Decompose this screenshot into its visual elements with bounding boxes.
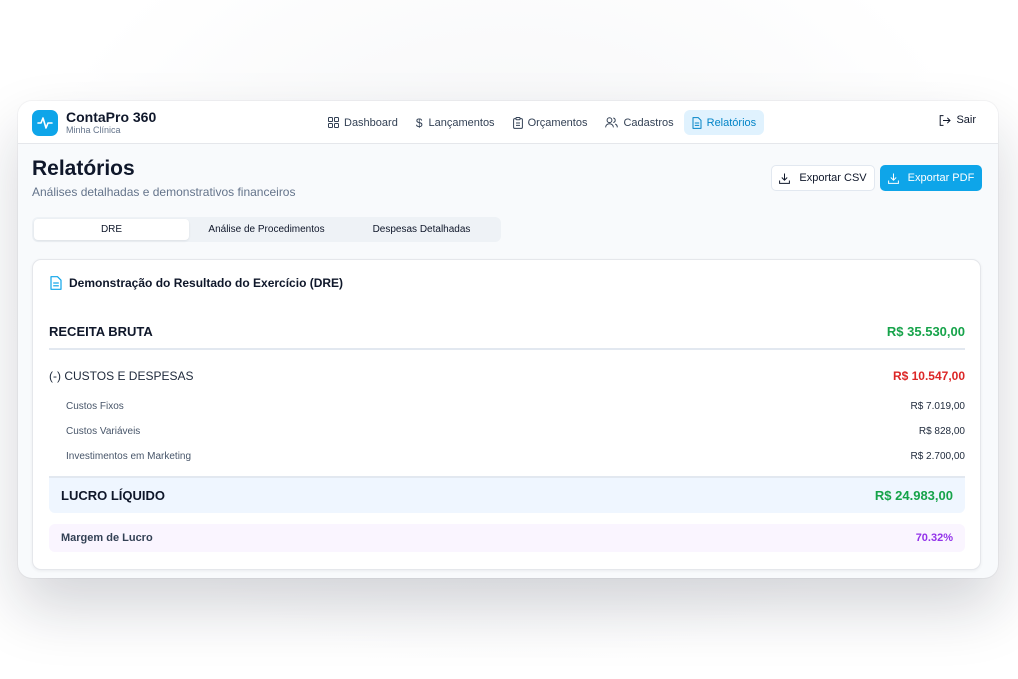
- logout-label: Sair: [956, 114, 976, 126]
- download-icon: [887, 173, 899, 184]
- top-navigation-bar: ContaPro 360 Minha Clínica Dashboard $ L…: [18, 101, 998, 144]
- tab-despesas-detalhadas[interactable]: Despesas Detalhadas: [344, 219, 499, 240]
- fixed-costs-value: R$ 7.019,00: [910, 400, 966, 412]
- net-profit-value: R$ 24.983,00: [874, 488, 953, 503]
- nav-cadastros-label: Cadastros: [623, 116, 674, 129]
- nav-orcamentos[interactable]: Orçamentos: [505, 110, 596, 135]
- marketing-investments-value: R$ 2.700,00: [910, 450, 966, 462]
- gross-revenue-value: R$ 35.530,00: [886, 323, 965, 339]
- costs-value: R$ 10.547,00: [892, 369, 965, 383]
- profit-margin-row: Margem de Lucro 70.32%: [49, 524, 965, 552]
- screenshot-stage: ContaPro 360 Minha Clínica Dashboard $ L…: [0, 0, 1018, 679]
- net-profit-row: LUCRO LÍQUIDO R$ 24.983,00: [49, 476, 965, 513]
- net-profit-label: LUCRO LÍQUIDO: [61, 488, 165, 503]
- nav-dashboard[interactable]: Dashboard: [320, 110, 406, 135]
- export-csv-label: Exportar CSV: [799, 172, 867, 184]
- marketing-investments-row: Investimentos em Marketing R$ 2.700,00: [49, 449, 965, 463]
- file-text-icon: [692, 116, 702, 129]
- dre-title: Demonstração do Resultado do Exercício (…: [69, 276, 344, 290]
- page-subtitle: Análises detalhadas e demonstrativos fin…: [32, 185, 296, 199]
- users-icon: [605, 117, 619, 128]
- gross-revenue-row: RECEITA BRUTA R$ 35.530,00: [49, 322, 965, 340]
- clinic-name: Minha Clínica: [66, 125, 121, 135]
- app-name: ContaPro 360: [66, 109, 157, 125]
- gross-revenue-label: RECEITA BRUTA: [49, 323, 153, 339]
- tab-dre[interactable]: DRE: [34, 219, 189, 240]
- report-tabs: DRE Análise de Procedimentos Despesas De…: [32, 217, 501, 242]
- clipboard-icon: [512, 116, 523, 129]
- export-pdf-button[interactable]: Exportar PDF: [880, 165, 982, 191]
- export-csv-button[interactable]: Exportar CSV: [771, 165, 875, 191]
- nav-orcamentos-label: Orçamentos: [527, 116, 588, 129]
- costs-row: (-) CUSTOS E DESPESAS R$ 10.547,00: [49, 368, 965, 384]
- variable-costs-label: Custos Variáveis: [66, 425, 141, 437]
- dre-card: Demonstração do Resultado do Exercício (…: [32, 259, 981, 570]
- nav-dashboard-label: Dashboard: [344, 116, 398, 129]
- export-pdf-label: Exportar PDF: [907, 172, 975, 184]
- marketing-investments-label: Investimentos em Marketing: [66, 450, 192, 462]
- grid-icon: [328, 117, 339, 128]
- nav-lancamentos[interactable]: $ Lançamentos: [408, 110, 503, 135]
- nav-relatorios[interactable]: Relatórios: [683, 110, 765, 135]
- nav-cadastros[interactable]: Cadastros: [597, 110, 681, 135]
- download-icon: [779, 173, 791, 184]
- brand[interactable]: ContaPro 360 Minha Clínica: [32, 109, 156, 136]
- profit-margin-value: 70.32%: [915, 532, 953, 544]
- variable-costs-value: R$ 828,00: [918, 425, 965, 437]
- activity-logo-icon: [32, 109, 58, 136]
- dollar-icon: $: [415, 115, 423, 130]
- tab-analise-procedimentos[interactable]: Análise de Procedimentos: [189, 219, 344, 240]
- nav-relatorios-label: Relatórios: [706, 116, 757, 129]
- fixed-costs-label: Custos Fixos: [66, 400, 124, 412]
- nav-lancamentos-label: Lançamentos: [428, 116, 495, 129]
- divider: [49, 348, 965, 350]
- variable-costs-row: Custos Variáveis R$ 828,00: [49, 424, 965, 438]
- main-nav: Dashboard $ Lançamentos Orçamentos Cadas…: [320, 110, 766, 135]
- logout-button[interactable]: Sair: [939, 114, 976, 126]
- app-window: ContaPro 360 Minha Clínica Dashboard $ L…: [18, 101, 998, 578]
- fixed-costs-row: Custos Fixos R$ 7.019,00: [49, 399, 965, 413]
- costs-label: (-) CUSTOS E DESPESAS: [49, 369, 194, 383]
- file-text-icon: [50, 276, 62, 290]
- page-title: Relatórios: [32, 157, 135, 180]
- logout-icon: [940, 114, 952, 126]
- profit-margin-label: Margem de Lucro: [61, 532, 153, 544]
